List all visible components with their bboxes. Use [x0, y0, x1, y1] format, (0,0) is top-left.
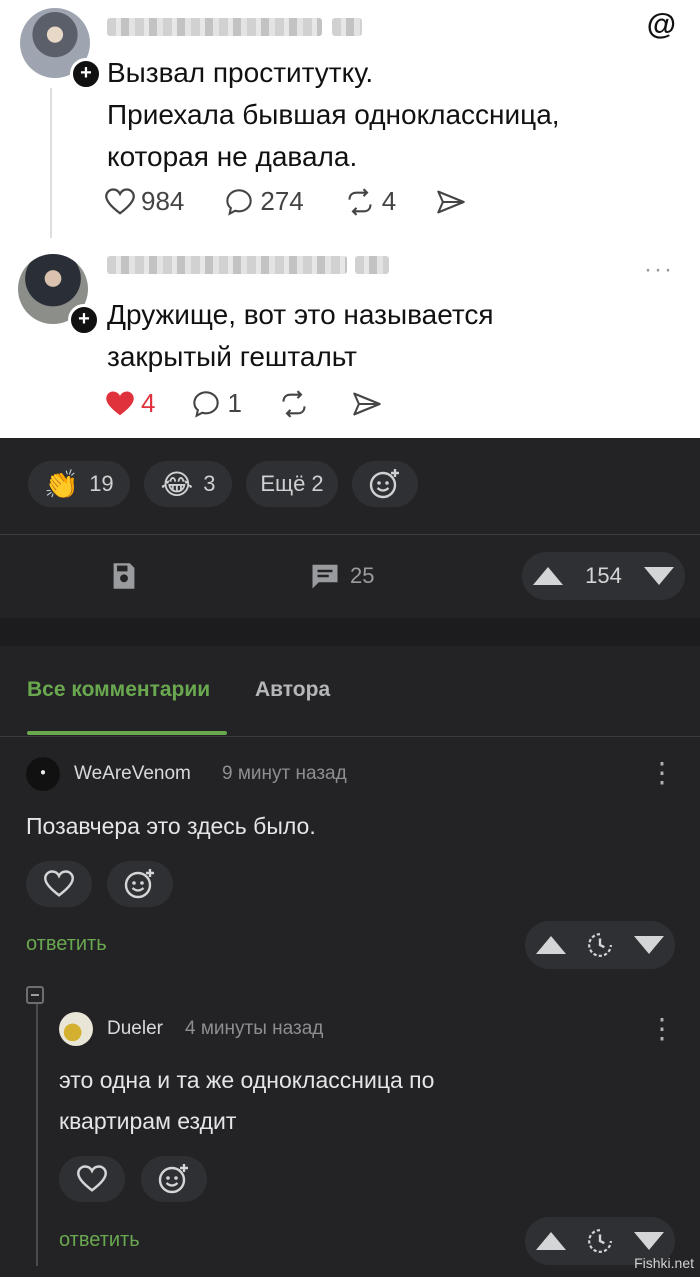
reply-link[interactable]: ответить [59, 1229, 140, 1252]
heart-outline-icon [44, 870, 74, 897]
reply-repost [278, 389, 316, 418]
post-line: Вызвал проститутку. [107, 57, 374, 88]
reply-comments: 1 [191, 388, 242, 419]
blurred-timestamp [332, 18, 362, 36]
reply-link[interactable]: ответить [26, 933, 107, 956]
comment-bubble-icon [226, 188, 253, 216]
comment-bubble-icon [193, 390, 220, 418]
comment-count: 274 [260, 186, 304, 216]
send-icon [437, 190, 465, 213]
post-rating: 154 [585, 563, 622, 588]
watermark: Fishki.net [634, 1255, 694, 1271]
reply-share [352, 391, 388, 417]
reply-author-avatar: + [18, 254, 100, 336]
threads-logo-icon: @ [646, 8, 676, 41]
post-text: Вызвал проститутку. Приехала бывшая одно… [107, 52, 667, 178]
more-options-icon: ··· [644, 256, 674, 283]
save-button[interactable] [110, 561, 138, 591]
collapse-thread-button[interactable] [26, 986, 44, 1004]
commenter-avatar[interactable] [26, 757, 60, 791]
downvote-icon[interactable] [634, 1232, 665, 1250]
blurred-username [107, 18, 322, 36]
comment-author[interactable]: Dueler [107, 1018, 163, 1040]
tab-author-comments[interactable]: Автора [255, 678, 330, 702]
more-reactions-button[interactable]: Ещё 2 [246, 461, 338, 507]
clapping-hands-icon: 👏 [44, 468, 80, 500]
clock-icon [588, 933, 612, 957]
add-emoji-icon [158, 1164, 188, 1194]
comment-vote-control [525, 921, 675, 969]
thread-guide-line [36, 1004, 38, 1266]
repost-icon [348, 187, 372, 216]
divider [0, 736, 700, 737]
react-comment-button[interactable] [141, 1156, 207, 1202]
repost-icon [282, 389, 306, 418]
add-emoji-icon [369, 469, 399, 499]
thread-connector-line [50, 88, 52, 238]
comment-text: это одна и та же одноклассница по кварти… [59, 1060, 434, 1142]
laughing-face-icon: 😂 [160, 468, 194, 500]
comment-line: это одна и та же одноклассница по [59, 1067, 435, 1093]
post-line: Дружище, вот это называется [107, 299, 494, 330]
heart-outline-icon [77, 1165, 107, 1192]
reaction-count: 3 [203, 471, 216, 496]
send-icon [353, 392, 381, 415]
post-vote-control: 154 [522, 552, 685, 600]
comment-count: 1 [227, 388, 242, 418]
heart-outline-icon [105, 187, 135, 215]
reaction-clap-button[interactable]: 👏 19 [28, 461, 130, 507]
post-line: Приехала бывшая одноклассница, [107, 99, 560, 130]
comment-time: 9 минут назад [222, 763, 347, 784]
clock-icon [588, 1229, 612, 1253]
downvote-icon[interactable] [643, 567, 674, 585]
react-comment-button[interactable] [107, 861, 173, 907]
follow-plus-icon: + [68, 304, 100, 336]
post-like: 984 [105, 186, 184, 217]
like-comment-button[interactable] [59, 1156, 125, 1202]
blurred-username [107, 256, 347, 274]
upvote-icon[interactable] [533, 567, 564, 585]
like-count: 984 [141, 186, 185, 216]
comment-menu-icon[interactable]: ⋮ [648, 1015, 676, 1043]
reply-like: 4 [105, 388, 155, 419]
embedded-post-screenshot: @ + Вызвал проститутку. Приехала бывшая … [0, 0, 700, 438]
blurred-timestamp [355, 256, 389, 274]
add-emoji-icon [124, 869, 154, 899]
reaction-laugh-button[interactable]: 😂 3 [144, 461, 232, 507]
comments-count-link[interactable]: 25 [310, 561, 374, 591]
comment-time: 4 минуты назад [185, 1018, 324, 1039]
section-separator [0, 618, 700, 646]
post-line: которая не давала. [107, 141, 358, 172]
comments-count: 25 [350, 563, 375, 588]
save-icon [113, 563, 135, 589]
reaction-count: 19 [89, 471, 114, 496]
comments-icon [312, 564, 338, 589]
post-line: закрытый гештальт [107, 341, 358, 372]
comment-text: Позавчера это здесь было. [26, 813, 316, 839]
repost-count: 4 [381, 186, 397, 216]
reply-text: Дружище, вот это называется закрытый геш… [107, 294, 667, 378]
post-reposts: 4 [344, 186, 396, 217]
comment-author[interactable]: WeAreVenom [74, 763, 191, 785]
divider [0, 534, 700, 535]
post-actions: 984 274 4 [105, 186, 512, 217]
post-share [436, 189, 472, 215]
upvote-icon[interactable] [535, 1232, 566, 1250]
like-count: 4 [141, 388, 156, 418]
comment-line: квартирам ездит [59, 1108, 237, 1134]
follow-plus-icon: + [70, 58, 102, 90]
downvote-icon[interactable] [634, 936, 665, 954]
like-comment-button[interactable] [26, 861, 92, 907]
tab-all-comments[interactable]: Все комментарии [27, 678, 210, 702]
upvote-icon[interactable] [535, 936, 566, 954]
post-author-avatar: + [20, 8, 102, 90]
comment-menu-icon[interactable]: ⋮ [648, 759, 676, 787]
add-reaction-button[interactable] [352, 461, 418, 507]
commenter-avatar[interactable] [59, 1012, 93, 1046]
active-tab-indicator [27, 731, 227, 735]
reply-actions: 4 1 [105, 388, 428, 419]
post-comments: 274 [224, 186, 304, 217]
heart-filled-icon [106, 391, 134, 415]
